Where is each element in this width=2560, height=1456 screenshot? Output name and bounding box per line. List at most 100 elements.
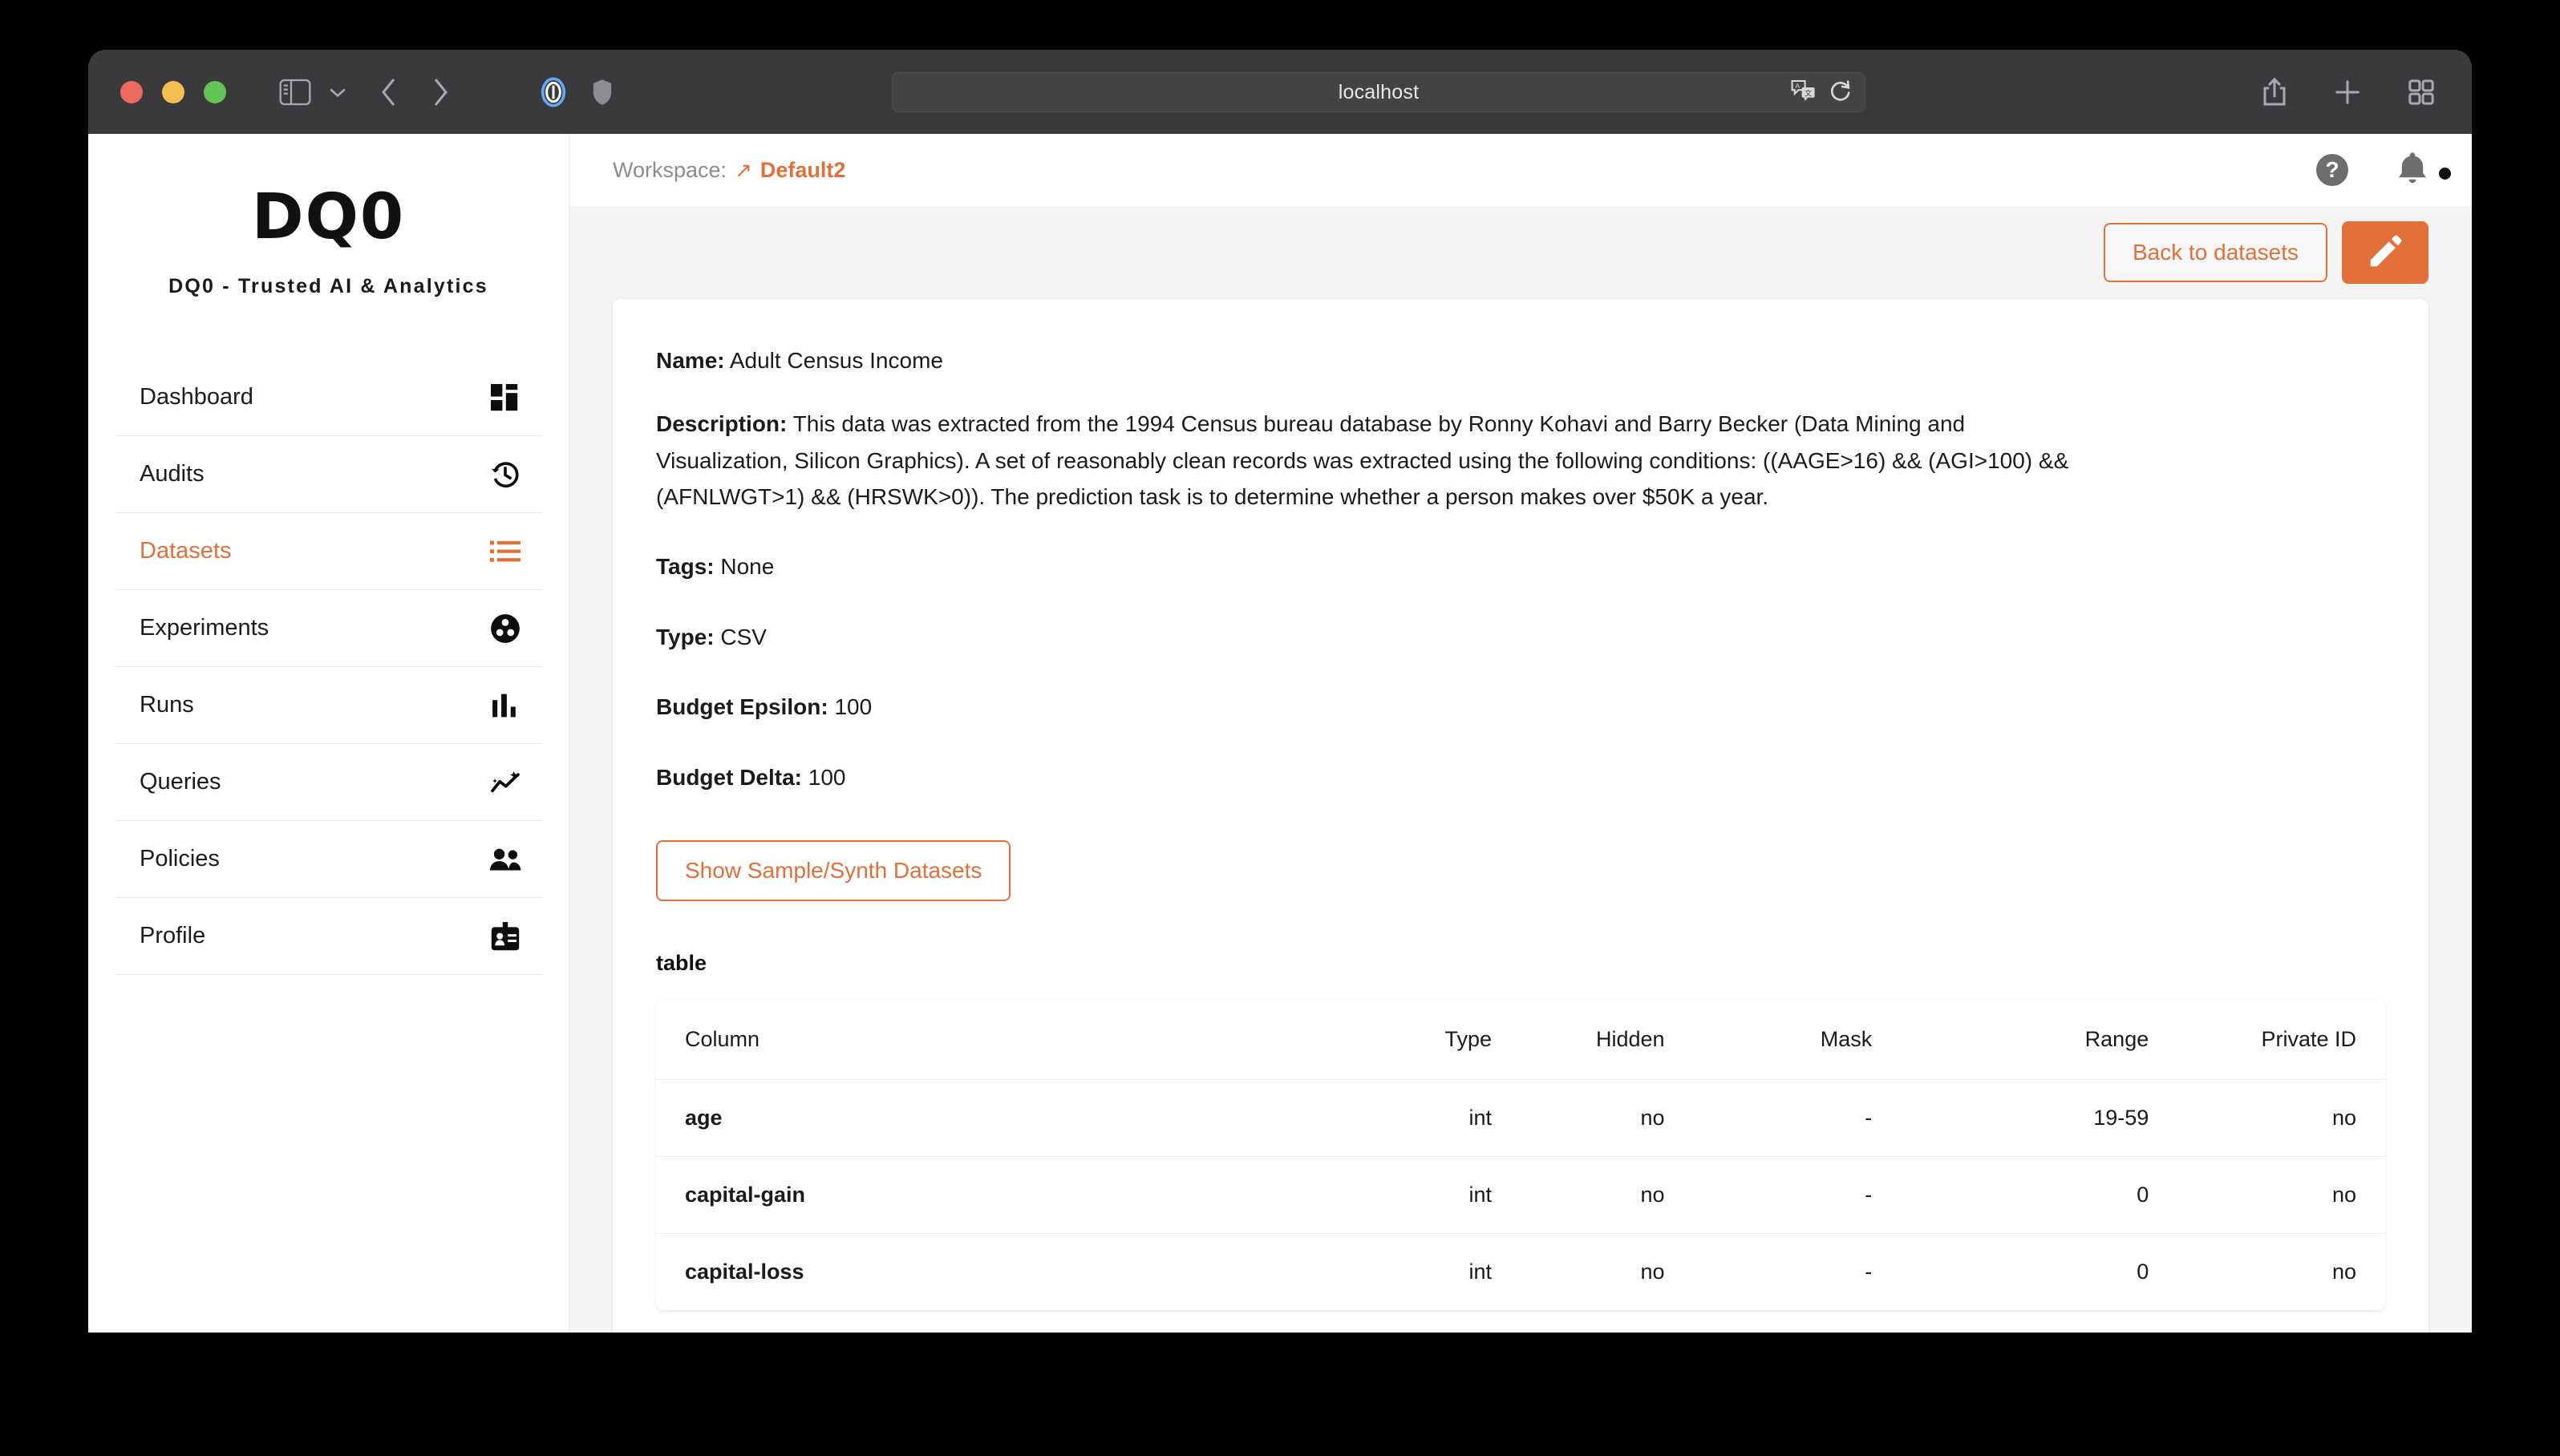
url-text: localhost (1338, 80, 1420, 103)
reload-icon[interactable] (1829, 79, 1852, 107)
close-window-button[interactable] (120, 80, 143, 103)
chevron-down-icon[interactable] (329, 87, 346, 98)
sidebar-item-label: Datasets (140, 538, 232, 564)
edit-pencil-icon (2368, 235, 2402, 271)
tab-overview-icon[interactable] (2408, 79, 2435, 106)
bar-chart-icon (488, 689, 522, 722)
brand-block: DQ0 DQ0 - Trusted AI & Analytics (88, 148, 2451, 298)
list-icon (488, 535, 522, 568)
brand-tagline: DQ0 - Trusted AI & Analytics (168, 275, 488, 297)
topbar-actions: ? (2316, 152, 2428, 189)
sample-button-wrap: Show Sample/Synth Datasets (656, 839, 2385, 901)
dataset-description-label: Description: (656, 411, 788, 437)
dataset-budget-delta-label: Budget Delta: (656, 764, 802, 790)
dataset-detail-card: Name: Adult Census Income Description: T… (613, 299, 2428, 1333)
privacy-shield-icon[interactable] (592, 79, 613, 106)
sidebar-item-label: Audits (140, 461, 205, 487)
sidebar-item-datasets[interactable]: Datasets (115, 513, 541, 590)
workspace-label: Workspace: (613, 157, 727, 182)
sidebar-item-experiments[interactable]: Experiments (115, 590, 541, 667)
page-viewport: DQ0 DQ0 - Trusted AI & Analytics Dashboa… (88, 134, 2472, 1333)
dataset-description-value: This data was extracted from the 1994 Ce… (656, 411, 2069, 510)
cell-type: int (1347, 1156, 1521, 1235)
cell-private-id: no (2177, 1156, 2385, 1235)
maximize-window-button[interactable] (204, 80, 226, 103)
content-scroll-area[interactable]: Back to datasets Name: Adult Census Inco… (569, 206, 2472, 1333)
sidebar-item-policies[interactable]: Policies (115, 821, 541, 898)
bell-icon[interactable] (2396, 152, 2428, 189)
header-hidden: Hidden (1520, 999, 1694, 1081)
edit-dataset-button[interactable] (2342, 221, 2428, 284)
breadcrumb: Workspace: ↗ Default2 (613, 158, 845, 183)
sidebar-toggle-icon[interactable] (279, 79, 311, 106)
window-controls (120, 80, 226, 103)
dataset-name-label: Name: (656, 348, 725, 373)
sidebar-item-runs[interactable]: Runs (115, 667, 541, 744)
dataset-budget-delta-field: Budget Delta: 100 (656, 759, 2385, 795)
sidebar-item-queries[interactable]: Queries (115, 744, 541, 821)
help-icon[interactable]: ? (2316, 154, 2348, 186)
table-row: capital-gain int no - 0 no (656, 1156, 2385, 1235)
show-sample-synth-datasets-button[interactable]: Show Sample/Synth Datasets (656, 839, 1011, 901)
dataset-type-label: Type: (656, 624, 715, 649)
cell-type: int (1347, 1079, 1521, 1158)
dataset-name-value: Adult Census Income (729, 348, 943, 373)
back-arrow-icon[interactable] (380, 78, 398, 107)
table-section-title: table (656, 950, 707, 975)
sidebar-nav: Dashboard Audits Datasets Experiments Ru… (88, 359, 569, 975)
sidebar-item-label: Policies (140, 846, 220, 872)
browser-window: localhost A 文 DQ0 DQ0 - Trusted AI & Ana… (88, 50, 2472, 1333)
experiments-icon (488, 612, 522, 645)
dataset-description-field: Description: This data was extracted fro… (656, 406, 2100, 515)
address-bar[interactable]: localhost A 文 (892, 72, 1865, 112)
plus-icon[interactable] (2334, 79, 2361, 106)
dataset-name-field: Name: Adult Census Income (656, 342, 2385, 378)
sidebar-item-dashboard[interactable]: Dashboard (115, 359, 541, 436)
app-sidebar: DQ0 DQ0 - Trusted AI & Analytics Dashboa… (88, 134, 2451, 1333)
cell-hidden: no (1520, 1233, 1694, 1312)
cell-private-id: no (2177, 1079, 2385, 1158)
header-column: Column (656, 999, 1348, 1081)
cell-range: 0 (1901, 1156, 2178, 1235)
query-sparkline-icon (488, 766, 522, 799)
cell-column: capital-gain (656, 1156, 1348, 1235)
forward-arrow-icon[interactable] (431, 78, 449, 107)
dataset-type-field: Type: CSV (656, 619, 2385, 655)
sidebar-item-audits[interactable]: Audits (115, 436, 541, 513)
cell-column: age (656, 1079, 1348, 1158)
schema-table-body: age int no - 19-59 no capital-gain int n… (656, 1079, 2385, 1312)
header-range: Range (1901, 999, 2178, 1081)
cell-type: int (1347, 1233, 1521, 1312)
action-bar: Back to datasets (613, 206, 2428, 299)
cell-mask: - (1693, 1079, 1902, 1158)
address-bar-icons: A 文 (1791, 73, 1852, 111)
back-to-datasets-button[interactable]: Back to datasets (2103, 223, 2327, 282)
sidebar-item-label: Dashboard (140, 384, 253, 410)
app-topbar: Workspace: ↗ Default2 ? (569, 134, 2472, 206)
dataset-tags-value: None (720, 554, 775, 580)
minimize-window-button[interactable] (162, 80, 184, 103)
dataset-budget-epsilon-label: Budget Epsilon: (656, 694, 828, 720)
cell-column: capital-loss (656, 1233, 1348, 1312)
schema-table-head: Column Type Hidden Mask Range Private ID (656, 999, 2385, 1081)
external-link-arrow-icon: ↗ (735, 157, 752, 182)
cell-range: 19-59 (1901, 1079, 2178, 1158)
sidebar-item-label: Profile (140, 923, 206, 948)
cell-mask: - (1693, 1233, 1902, 1312)
header-mask: Mask (1693, 999, 1902, 1081)
reader-view-icon[interactable] (537, 76, 569, 108)
table-row: age int no - 19-59 no (656, 1079, 2385, 1158)
app-logo: DQ0 (88, 168, 2451, 254)
dataset-type-value: CSV (720, 624, 767, 649)
header-type: Type (1347, 999, 1521, 1081)
page-scrollbar[interactable] (2457, 218, 2472, 1333)
logo-dot (2439, 168, 2451, 180)
translate-icon[interactable]: A 文 (1791, 79, 1817, 106)
header-private-id: Private ID (2177, 999, 2385, 1081)
cell-mask: - (1693, 1156, 1902, 1235)
schema-table: Column Type Hidden Mask Range Private ID (656, 999, 2385, 1312)
share-icon[interactable] (2262, 77, 2287, 107)
people-icon (488, 843, 522, 876)
sidebar-item-profile[interactable]: Profile (115, 898, 541, 975)
workspace-name[interactable]: Default2 (760, 158, 846, 183)
